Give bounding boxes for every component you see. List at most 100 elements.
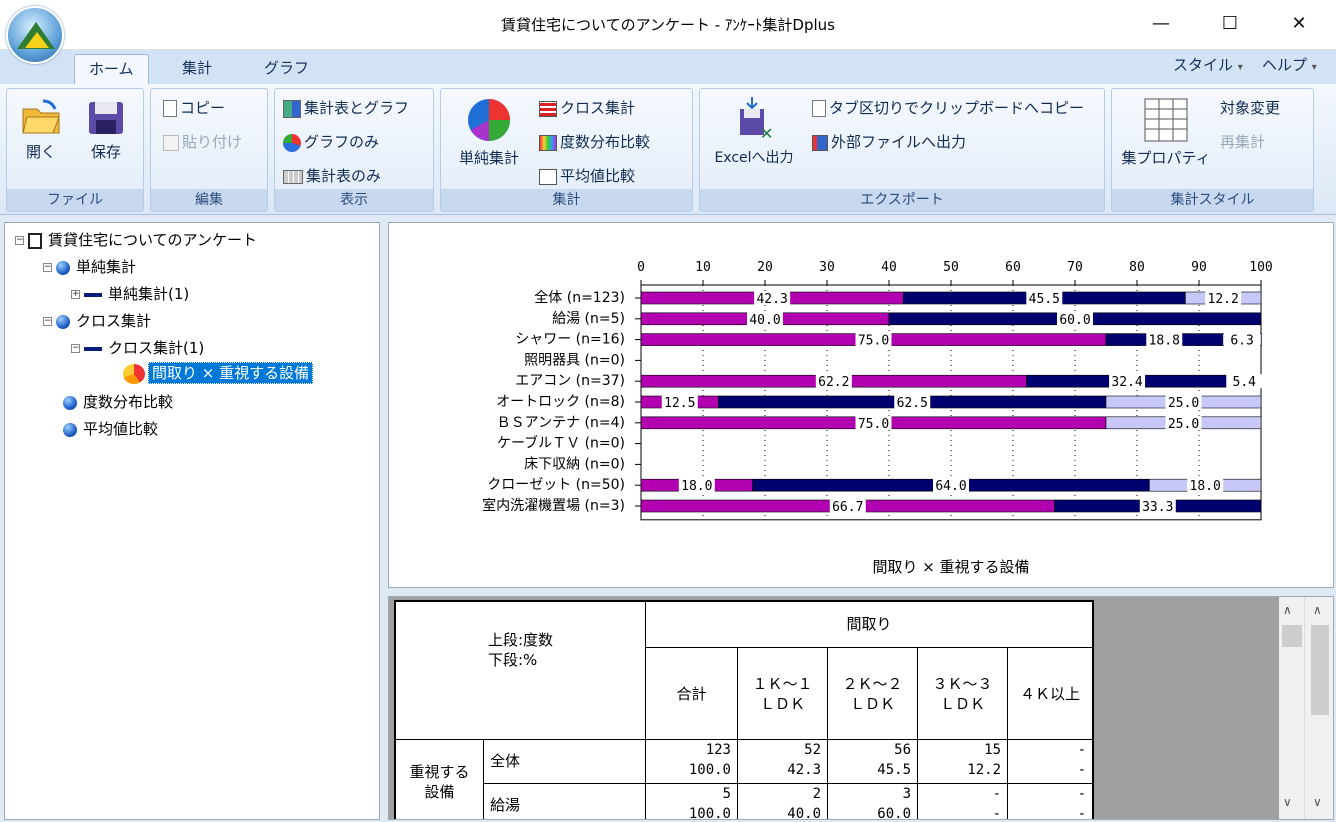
table-cell: -- [1008,740,1092,784]
tree-freq[interactable]: 度数分布比較 [63,391,173,412]
open-label: 開く [25,143,56,161]
tree-cross[interactable]: − クロス集計 [43,310,151,331]
data-label: 18.8 [1149,334,1180,349]
tree-simple-label: 単純集計 [76,258,137,276]
tree-root[interactable]: − 賃貸住宅についてのアンケート [15,229,257,250]
cross-table: 上段:度数 下段:% 間取り 合計 １Ｋ～１ ＬＤＫ ２Ｋ～２ ＬＤＫ ３Ｋ～３ ＬＤ… [394,600,1094,820]
x-tick-label: 50 [943,260,959,275]
excel-export-icon: ✕ [740,97,773,143]
colorful-chart-icon [123,363,145,384]
data-label: 32.4 [1111,375,1142,390]
x-tick-label: 80 [1129,260,1145,275]
data-label: 42.3 [756,292,787,307]
excel-export-button[interactable]: ✕ Excelへ出力 [706,97,802,167]
properties-button[interactable]: 集プロパティ [1118,97,1214,168]
close-button[interactable]: ✕ [1276,8,1322,40]
count-value: 123 [705,742,731,758]
collapse-icon[interactable]: − [15,236,24,245]
collapse-icon[interactable]: − [43,263,52,272]
graph-only-button[interactable]: グラフのみ [283,131,379,152]
tab-aggregate[interactable]: 集計 [168,54,226,84]
recalculate-button[interactable]: 再集計 [1220,131,1265,152]
style-menu[interactable]: スタイル ▾ [1173,54,1243,75]
count-value: - [1077,742,1086,758]
tab-home[interactable]: ホーム [74,54,149,84]
category-label: 照明器具 (n=0) [524,352,625,368]
folder-icon [22,99,60,134]
tab-graph[interactable]: グラフ [250,54,323,84]
group-file-label: ファイル [7,189,143,211]
group-style: 集プロパティ 対象変更 再集計 集計スタイル [1111,88,1314,212]
scroll-up-icon[interactable]: ∧ [1283,603,1292,617]
tree-simple-1[interactable]: + 単純集計(1) [71,283,189,304]
excel-export-label: Excelへ出力 [714,150,794,166]
data-label: 18.0 [1190,479,1221,494]
percent-value: 100.0 [688,806,731,820]
vertical-scrollbar[interactable]: ∧ ∨ ∧ ∨ [1279,597,1333,819]
expand-icon[interactable]: + [71,290,80,299]
scroll-up-icon[interactable]: ∧ [1313,603,1322,617]
table-cell: -- [918,784,1008,819]
mean-compare-label: 平均値比較 [560,167,636,185]
collapse-icon[interactable]: − [43,317,52,326]
tree-mean[interactable]: 平均値比較 [63,418,158,439]
change-target-button[interactable]: 対象変更 [1220,97,1280,118]
x-tick-label: 0 [637,260,645,275]
copy-label: コピー [180,99,226,117]
data-label: 60.0 [1059,313,1090,328]
percent-value: 42.3 [787,762,821,778]
category-label: 室内洗濯機置場 (n=3) [482,497,625,514]
external-file-icon [812,134,828,151]
row-label: 全体 [484,740,646,784]
category-label: 全体 (n=123) [534,289,625,306]
pie-chart-icon [283,133,301,152]
data-label: 40.0 [749,313,780,328]
save-button[interactable]: 保存 [83,99,129,162]
clipboard-copy-button[interactable]: タブ区切りでクリップボードへコピー [812,97,1084,118]
tree-pane[interactable]: − 賃貸住宅についてのアンケート − 単純集計 + 単純集計(1) − クロス集計 − ク… [4,222,380,820]
tree-selected-label: 間取り × 重視する設備 [148,362,314,384]
paste-label: 貼り付け [182,133,243,151]
app-logo-icon[interactable] [6,6,64,64]
copy-icon [163,100,177,117]
table-and-graph-button[interactable]: 集計表とグラフ [283,97,409,118]
scroll-thumb[interactable] [1282,625,1302,647]
tree-freq-label: 度数分布比較 [83,393,174,411]
chevron-down-icon: ▾ [1311,62,1317,73]
dash-icon [84,292,102,297]
scroll-down-icon[interactable]: ∨ [1283,795,1292,809]
simple-aggregate-button[interactable]: 単純集計 [449,97,529,168]
help-menu[interactable]: ヘルプ ▾ [1262,54,1317,75]
paste-button[interactable]: 貼り付け [163,131,242,152]
minimize-button[interactable]: — [1138,8,1184,40]
count-value: - [992,786,1001,802]
tree-selected[interactable]: 間取り × 重視する設備 [123,362,314,384]
tree-cross-1[interactable]: − クロス集計(1) [71,337,204,358]
data-label: 33.3 [1142,500,1173,515]
x-tick-label: 70 [1067,260,1083,275]
column-header: 合計 [646,648,738,740]
corner-line-2: 下段:% [488,651,538,669]
floppy-disk-icon [89,102,123,134]
maximize-button[interactable]: ☐ [1207,8,1253,40]
x-tick-label: 10 [695,260,711,275]
table-pane: 上段:度数 下段:% 間取り 合計 １Ｋ～１ ＬＤＫ ２Ｋ～２ ＬＤＫ ３Ｋ～３ ＬＤ… [388,596,1334,820]
chevron-down-icon: ▾ [1237,62,1243,73]
external-file-button[interactable]: 外部ファイルへ出力 [812,131,966,152]
mean-compare-button[interactable]: 平均値比較 [539,165,635,186]
scroll-down-icon[interactable]: ∨ [1313,795,1322,809]
freq-compare-button[interactable]: 度数分布比較 [539,131,650,152]
table-only-button[interactable]: 集計表のみ [283,165,381,186]
cross-aggregate-button[interactable]: クロス集計 [539,97,635,118]
clipboard-copy-label: タブ区切りでクリップボードへコピー [829,99,1085,117]
scroll-thumb[interactable] [1311,625,1329,715]
copy-button[interactable]: コピー [163,97,225,118]
cross-aggregate-label: クロス集計 [560,99,636,117]
tree-simple[interactable]: − 単純集計 [43,256,136,277]
collapse-icon[interactable]: − [71,344,80,353]
open-button[interactable]: 開く [19,99,63,162]
percent-value: - [1077,806,1086,820]
data-label: 45.5 [1029,292,1060,307]
spreadsheet-icon [1144,98,1188,142]
count-value: 15 [984,742,1001,758]
